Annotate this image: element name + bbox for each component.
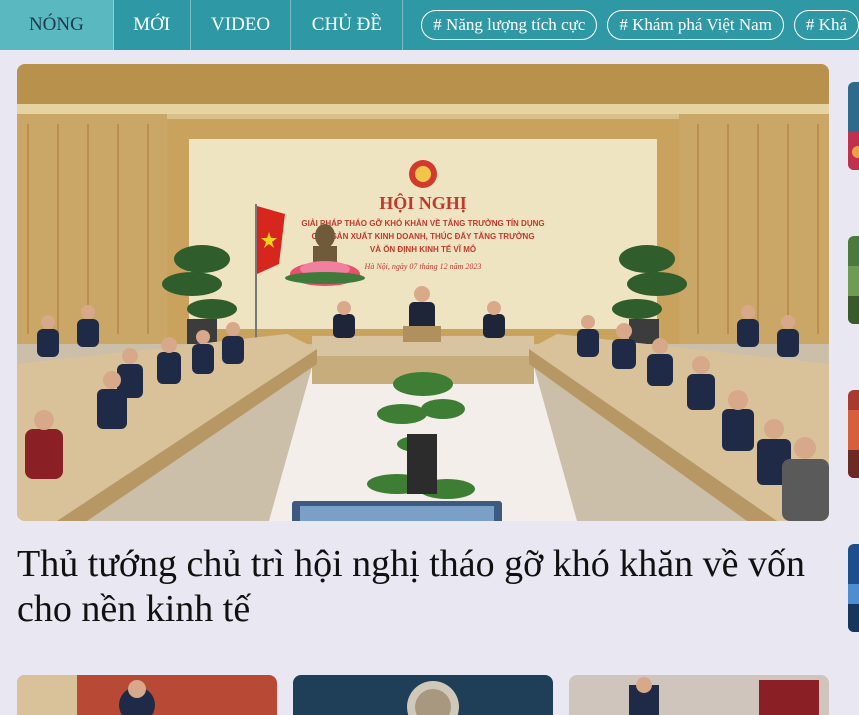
tab-topics[interactable]: CHỦ ĐỀ: [291, 0, 404, 50]
hero-image[interactable]: HỘI NGHỊ GIẢI PHÁP THÁO GỠ KHÓ KHĂN VỀ T…: [17, 64, 829, 521]
banner-heading: HỘI NGHỊ: [379, 192, 467, 213]
tab-new[interactable]: MỚI: [114, 0, 191, 50]
tag-explore-vietnam[interactable]: # Khám phá Việt Nam: [607, 10, 784, 40]
tag-more[interactable]: # Khá: [793, 10, 859, 40]
side-thumbnail-3[interactable]: [848, 390, 859, 478]
banner-line-3: VÀ ỔN ĐỊNH KINH TẾ VĨ MÔ: [370, 244, 476, 254]
banner-line-1: GIẢI PHÁP THÁO GỠ KHÓ KHĂN VỀ TĂNG TRƯỞN…: [301, 218, 544, 228]
banner-date: Hà Nội, ngày 07 tháng 12 năm 2023: [364, 262, 482, 271]
tab-video[interactable]: VIDEO: [191, 0, 292, 50]
article-card-thumbnail-2[interactable]: [293, 675, 553, 715]
hero-headline[interactable]: Thủ tướng chủ trì hội nghị tháo gỡ khó k…: [17, 542, 807, 632]
banner-line-2: CHO SẢN XUẤT KINH DOANH, THÚC ĐẨY TĂNG T…: [311, 231, 534, 241]
top-nav: NÓNG MỚI VIDEO CHỦ ĐỀ # Năng lượng tích …: [0, 0, 859, 50]
side-thumbnail-1[interactable]: [848, 82, 859, 170]
article-card-thumbnail-1[interactable]: [17, 675, 277, 715]
article-card-thumbnail-3[interactable]: [569, 675, 829, 715]
side-thumbnail-4[interactable]: [848, 544, 859, 632]
tag-positive-energy[interactable]: # Năng lượng tích cực: [421, 10, 598, 40]
tab-hot[interactable]: NÓNG: [0, 0, 114, 50]
side-thumbnail-2[interactable]: [848, 236, 859, 324]
